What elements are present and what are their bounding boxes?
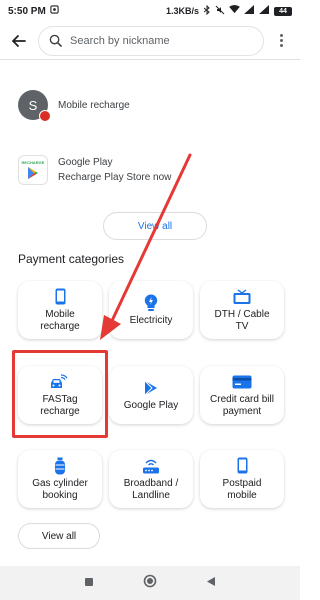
more-dot [279, 44, 283, 47]
contact-text: Google Play Recharge Play Store now [58, 155, 171, 185]
category-label: Broadband / [123, 477, 179, 489]
category-label: DTH / Cable [214, 308, 270, 320]
contact-subtitle: Mobile recharge [58, 99, 130, 111]
search-icon [49, 34, 62, 47]
card-icon [232, 373, 252, 391]
highlight-box [12, 350, 108, 438]
category-electricity[interactable]: Electricity [109, 281, 193, 339]
battery-icon: 44 [274, 6, 292, 16]
category-label: Landline [132, 489, 170, 501]
bluetooth-icon [203, 4, 211, 18]
category-gas-cylinder-booking[interactable]: Gas cylinder booking [18, 450, 102, 508]
more-dot [279, 39, 283, 42]
operator-badge-icon [39, 110, 51, 122]
back-button[interactable] [8, 30, 30, 52]
category-label: Postpaid [222, 477, 262, 489]
category-label: recharge [40, 320, 80, 332]
category-credit-card-bill[interactable]: Credit card bill payment [200, 366, 284, 424]
play-triangle-icon [28, 167, 38, 179]
category-postpaid-mobile[interactable]: Postpaid mobile [200, 450, 284, 508]
category-label: payment [222, 405, 262, 417]
contact-subtitle: Recharge Play Store now [58, 172, 172, 183]
recent-contact-item[interactable]: S Mobile recharge [18, 90, 130, 122]
more-options-button[interactable] [270, 34, 292, 47]
category-label: booking [42, 489, 78, 501]
play-icon [144, 379, 158, 397]
tv-icon [233, 288, 251, 306]
arrow-back-icon [12, 34, 26, 47]
phone-icon [237, 457, 248, 475]
category-broadband-landline[interactable]: Broadband / Landline [109, 450, 193, 508]
category-label: mobile [227, 489, 257, 501]
logo-text: RECHARGE [21, 160, 45, 165]
category-label: Electricity [129, 314, 173, 326]
category-dth-cable-tv[interactable]: DTH / Cable TV [200, 281, 284, 339]
contact-name: Google Play [58, 157, 113, 168]
search-placeholder: Search by nickname [70, 34, 170, 47]
network-speed: 1.3KB/s [165, 6, 199, 16]
status-bar: 5:50 PM 1.3KB/s 44 [0, 0, 300, 22]
category-google-play[interactable]: Google Play [109, 366, 193, 424]
search-header: Search by nickname [0, 22, 300, 60]
category-label: Mobile [45, 308, 75, 320]
triangle-back-icon [206, 577, 215, 586]
signal-icon-2 [259, 5, 270, 17]
circle-icon [143, 574, 157, 587]
view-all-contacts-button[interactable]: View all [103, 212, 207, 240]
section-title: Payment categories [18, 252, 125, 266]
category-label: Credit card bill [210, 393, 274, 405]
bulb-icon [144, 293, 158, 312]
category-label: Google Play [123, 399, 179, 411]
nav-back-button[interactable] [206, 574, 216, 592]
phone-icon [55, 288, 66, 306]
category-label: Gas cylinder [32, 477, 88, 489]
category-mobile-recharge[interactable]: Mobile recharge [18, 281, 102, 339]
view-all-categories-button[interactable]: View all [18, 523, 100, 549]
avatar: S [18, 90, 51, 122]
home-button[interactable] [143, 574, 157, 593]
category-label: TV [235, 320, 249, 332]
status-right: 1.3KB/s 44 [165, 4, 292, 18]
more-dot [279, 34, 283, 37]
status-time: 5:50 PM [8, 5, 46, 17]
wifi-icon [229, 5, 240, 17]
mute-icon [215, 5, 225, 18]
square-icon [85, 578, 94, 586]
signal-icon [244, 5, 255, 17]
search-input[interactable]: Search by nickname [38, 25, 264, 56]
avatar-letter: S [28, 97, 38, 113]
recent-contact-item[interactable]: RECHARGE Google Play Recharge Play Store… [18, 155, 171, 185]
status-left: 5:50 PM [8, 5, 59, 17]
notification-icon [50, 5, 59, 17]
router-icon [142, 457, 160, 475]
gas-cylinder-icon [54, 457, 66, 475]
google-play-logo-icon: RECHARGE [18, 155, 48, 185]
contact-text: Mobile recharge [58, 98, 130, 113]
recent-apps-button[interactable] [84, 574, 94, 592]
system-nav-bar [0, 566, 300, 600]
